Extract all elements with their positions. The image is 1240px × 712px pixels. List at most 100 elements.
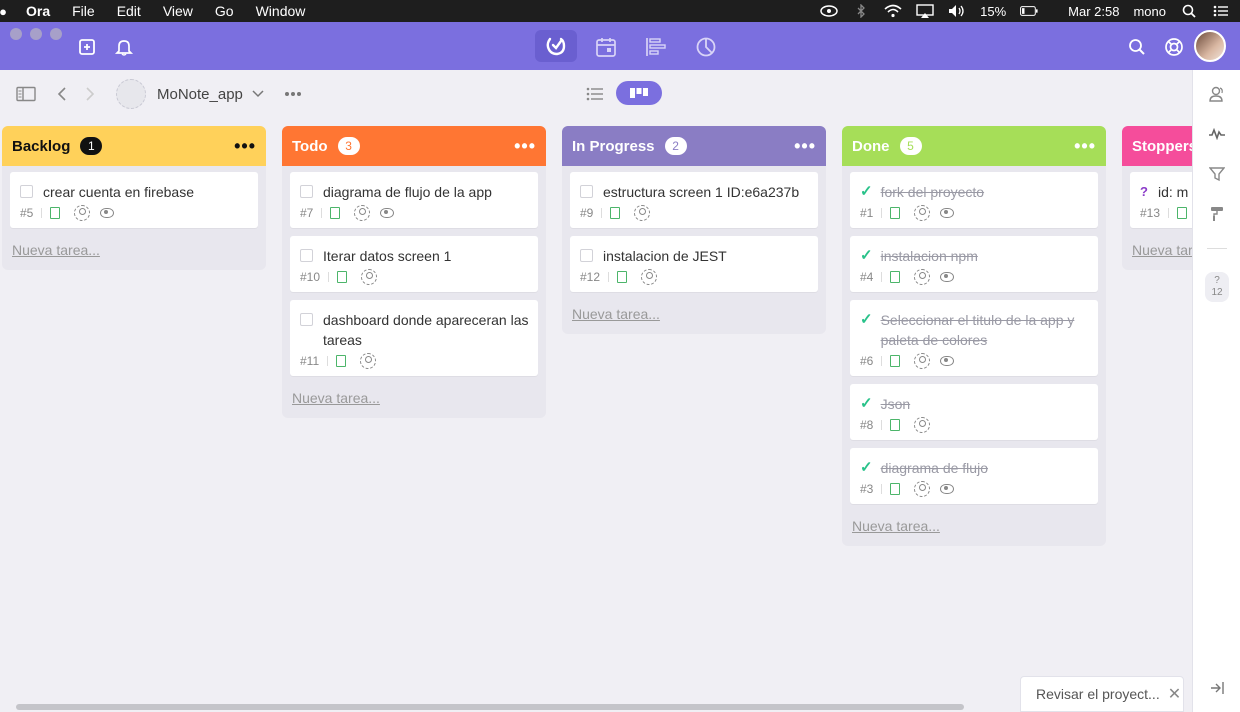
menu-app-name[interactable]: Ora (26, 3, 50, 19)
task-card[interactable]: ✓ diagrama de flujo #3 (850, 448, 1098, 504)
timeline-icon[interactable] (642, 33, 670, 61)
menu-go[interactable]: Go (215, 3, 234, 19)
ora-home-icon[interactable] (535, 30, 577, 62)
search-icon[interactable] (1123, 33, 1151, 61)
assign-user-icon[interactable] (634, 205, 651, 221)
close-icon[interactable]: ✕ (1168, 684, 1181, 704)
back-chevron-icon[interactable] (57, 70, 67, 118)
notification-center-icon[interactable] (1212, 4, 1230, 18)
menu-file[interactable]: File (72, 3, 95, 19)
assign-user-icon[interactable] (74, 205, 91, 221)
volume-icon[interactable] (948, 4, 966, 18)
assign-user-icon[interactable] (360, 353, 377, 369)
task-card[interactable]: Iterar datos screen 1 #10 (290, 236, 538, 292)
assign-user-icon[interactable] (914, 353, 931, 369)
assign-user-icon[interactable] (354, 205, 371, 221)
column-more-icon[interactable]: ••• (1074, 137, 1096, 155)
creative-cloud-icon[interactable] (820, 4, 838, 18)
project-dropdown-chevron-icon[interactable] (252, 70, 264, 118)
done-check-icon[interactable]: ✓ (860, 246, 873, 266)
task-card[interactable]: estructura screen 1 ID:e6a237b #9 (570, 172, 818, 228)
done-check-icon[interactable]: ✓ (860, 458, 873, 478)
column-more-icon[interactable]: ••• (794, 137, 816, 155)
activity-icon[interactable] (1207, 124, 1227, 144)
task-checkbox[interactable] (300, 185, 313, 198)
watchers-eye-icon[interactable] (100, 208, 115, 218)
notifications-bell-icon[interactable] (110, 33, 138, 61)
assign-user-icon[interactable] (361, 269, 378, 285)
bluetooth-icon[interactable] (852, 4, 870, 18)
new-task-link[interactable]: Nueva tarea... (562, 300, 826, 334)
wifi-icon[interactable] (884, 4, 902, 18)
collapse-sidebar-icon[interactable] (1207, 678, 1227, 698)
toggle-sidebar-icon[interactable] (16, 70, 36, 118)
column-header[interactable]: Done 5 ••• (842, 126, 1106, 166)
apple-menu-icon[interactable]: ● (0, 0, 12, 22)
new-task-link[interactable]: Nueva tarea... (282, 384, 546, 418)
watchers-eye-icon[interactable] (380, 208, 395, 218)
list-view-icon[interactable] (586, 70, 604, 118)
task-checkbox[interactable] (580, 185, 593, 198)
user-avatar[interactable] (1194, 30, 1226, 62)
task-card[interactable]: diagrama de flujo de la app #7 (290, 172, 538, 228)
assign-user-icon[interactable] (914, 205, 931, 221)
column-header[interactable]: Backlog 1 ••• (2, 126, 266, 166)
paint-roller-icon[interactable] (1207, 204, 1227, 224)
task-card[interactable]: ✓ instalacion npm #4 (850, 236, 1098, 292)
project-logo[interactable] (116, 70, 146, 118)
menu-view[interactable]: View (163, 3, 193, 19)
task-card[interactable]: instalacion de JEST #12 (570, 236, 818, 292)
filter-icon[interactable] (1207, 164, 1227, 184)
airplay-icon[interactable] (916, 4, 934, 18)
column-header[interactable]: In Progress 2 ••• (562, 126, 826, 166)
new-task-link[interactable]: Nueva tarea... (1122, 236, 1192, 270)
board-horizontal-scrollbar[interactable] (16, 704, 964, 710)
menu-clock[interactable]: Mar 2:58 (1068, 4, 1119, 19)
new-task-link[interactable]: Nueva tarea... (842, 512, 1106, 546)
project-more-icon[interactable] (284, 70, 302, 118)
task-checkbox[interactable] (300, 249, 313, 262)
watchers-eye-icon[interactable] (940, 484, 955, 494)
done-check-icon[interactable]: ✓ (860, 182, 873, 202)
watchers-eye-icon[interactable] (940, 208, 955, 218)
project-name[interactable]: MoNote_app (157, 70, 243, 118)
battery-icon[interactable] (1020, 4, 1038, 18)
task-card[interactable]: ✓ Seleccionar el titulo de la app y palet… (850, 300, 1098, 376)
task-checkbox[interactable] (580, 249, 593, 262)
pending-task-toast[interactable]: Revisar el proyect... ✕ (1020, 676, 1184, 712)
column-more-icon[interactable]: ••• (514, 137, 536, 155)
stopper-question-icon[interactable]: ? (1140, 182, 1148, 202)
task-checkbox[interactable] (300, 313, 313, 326)
board-view-toggle[interactable] (616, 81, 662, 105)
assign-user-icon[interactable] (914, 481, 931, 497)
reports-chart-icon[interactable] (692, 33, 720, 61)
calendar-icon[interactable] (592, 33, 620, 61)
watchers-eye-icon[interactable] (940, 272, 955, 282)
task-card[interactable]: ✓ fork del proyecto #1 (850, 172, 1098, 228)
done-check-icon[interactable]: ✓ (860, 394, 873, 414)
help-counter-badge[interactable]: ? 12 (1205, 272, 1229, 302)
column-more-icon[interactable]: ••• (234, 137, 256, 155)
assign-user-icon[interactable] (641, 269, 658, 285)
assign-user-icon[interactable] (914, 269, 931, 285)
members-icon[interactable] (1207, 84, 1227, 104)
new-task-link[interactable]: Nueva tarea... (2, 236, 266, 270)
spotlight-search-icon[interactable] (1180, 4, 1198, 18)
assign-user-icon[interactable] (914, 417, 931, 433)
menu-window[interactable]: Window (256, 3, 306, 19)
watchers-eye-icon[interactable] (940, 356, 955, 366)
column-header[interactable]: Stoppers (1122, 126, 1192, 166)
minimize-window-button[interactable] (30, 28, 42, 40)
task-checkbox[interactable] (20, 185, 33, 198)
menu-edit[interactable]: Edit (117, 3, 141, 19)
new-task-icon[interactable] (74, 33, 102, 61)
done-check-icon[interactable]: ✓ (860, 310, 873, 330)
forward-chevron-icon[interactable] (85, 70, 95, 118)
column-header[interactable]: Todo 3 ••• (282, 126, 546, 166)
task-card[interactable]: crear cuenta en firebase #5 (10, 172, 258, 228)
menu-user[interactable]: mono (1133, 4, 1166, 19)
task-card[interactable]: ✓ Json #8 (850, 384, 1098, 440)
task-card[interactable]: ? id: m #13 (1130, 172, 1192, 228)
task-card[interactable]: dashboard donde apareceran las tareas #11 (290, 300, 538, 376)
zoom-window-button[interactable] (50, 28, 62, 40)
